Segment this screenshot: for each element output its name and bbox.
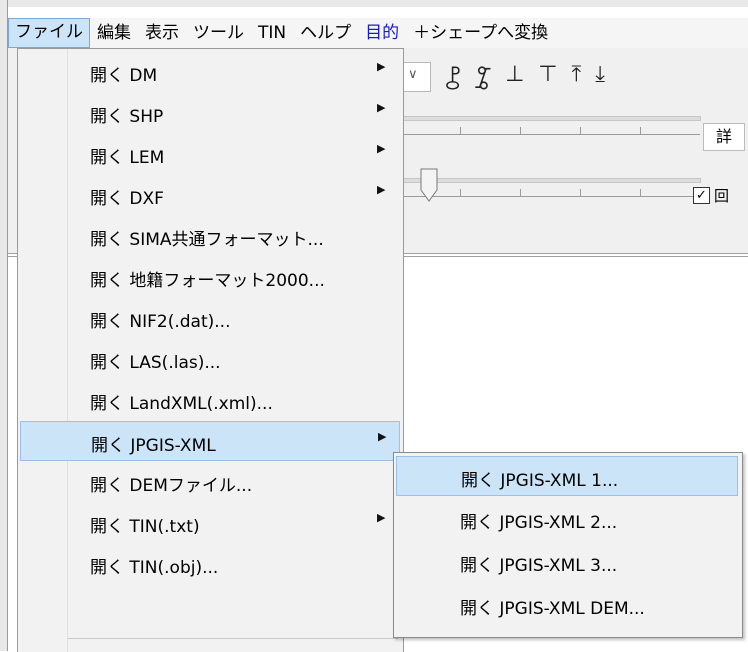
detail-button[interactable]: 詳 [703, 123, 745, 151]
menu-item-label: 開く JPGIS-XML 3... [460, 556, 618, 576]
menu-item-open-tin-txt[interactable]: 開く TIN(.txt) ▶ [20, 503, 400, 543]
tick [460, 127, 461, 134]
menu-item-label: 開く DM [90, 66, 158, 86]
slider-track-2[interactable] [400, 172, 701, 197]
menu-item-label: 開く DEMファイル... [90, 476, 253, 496]
submenu-arrow-icon: ▶ [377, 60, 386, 73]
menu-item-open-lem[interactable]: 開く LEM ▶ [20, 134, 400, 174]
slider-rail [400, 178, 701, 183]
jpgis-submenu: 開く JPGIS-XML 1... 開く JPGIS-XML 2... 開く J… [393, 452, 743, 638]
submenu-item-jpgis-xml-3[interactable]: 開く JPGIS-XML 3... [396, 542, 738, 582]
menu-item-open-dem-file[interactable]: 開く DEMファイル... [20, 462, 400, 502]
submenu-item-jpgis-xml-2[interactable]: 開く JPGIS-XML 2... [396, 499, 738, 539]
tick [520, 127, 521, 134]
raise-icon[interactable]: ⊥ [505, 62, 524, 100]
menu-file[interactable]: ファイル [8, 18, 90, 48]
menu-help[interactable]: ヘルプ [293, 19, 358, 47]
move-down-icon[interactable]: ⯛ [445, 62, 461, 100]
submenu-item-jpgis-xml-dem[interactable]: 開く JPGIS-XML DEM... [396, 585, 738, 625]
tick [580, 127, 581, 134]
tick [520, 189, 521, 196]
window-frame-left [0, 0, 8, 651]
menu-item-label: 開く TIN(.obj)... [90, 558, 219, 578]
menu-item-open-landxml[interactable]: 開く LandXML(.xml)... [20, 380, 400, 420]
submenu-arrow-icon: ▶ [377, 101, 386, 114]
menu-item-label: 開く SIMA共通フォーマット... [90, 230, 324, 250]
tick [460, 189, 461, 196]
menu-edit[interactable]: 編集 [90, 19, 138, 47]
menu-item-open-sima[interactable]: 開く SIMA共通フォーマット... [20, 216, 400, 256]
menu-purpose[interactable]: 目的 [358, 19, 406, 47]
tick [640, 127, 641, 134]
window-frame-top [0, 0, 748, 7]
menu-item-open-cadastral-2000[interactable]: 開く 地籍フォーマット2000... [20, 257, 400, 297]
submenu-arrow-icon: ▶ [377, 142, 386, 155]
menu-item-label: 開く JPGIS-XML [91, 436, 216, 456]
menu-item-open-las[interactable]: 開く LAS(.las)... [20, 339, 400, 379]
menu-separator [68, 638, 398, 639]
menu-item-label: 開く TIN(.txt) [90, 517, 200, 537]
chevron-down-icon: ∨ [408, 67, 418, 82]
menu-item-label: 開く 地籍フォーマット2000... [90, 271, 325, 291]
menu-convert-to-shape[interactable]: ＋シェープへ変換 [406, 19, 555, 47]
menu-item-open-tin-obj[interactable]: 開く TIN(.obj)... [20, 544, 400, 584]
layer-combo-dropdown[interactable]: ∨ [400, 62, 431, 92]
menu-item-label: 開く JPGIS-XML 2... [460, 513, 618, 533]
lower-bottom-icon[interactable]: ⤓ [595, 62, 605, 100]
slider-rail [400, 116, 701, 121]
menu-item-label: 開く JPGIS-XML 1... [461, 471, 619, 491]
lower-icon[interactable]: ⊤ [538, 62, 557, 100]
menu-view[interactable]: 表示 [138, 19, 186, 47]
menu-item-open-nif2[interactable]: 開く NIF2(.dat)... [20, 298, 400, 338]
tick [640, 189, 641, 196]
menu-item-label: 開く SHP [90, 107, 164, 127]
menubar: ファイル 編集 表示 ツール TIN ヘルプ 目的 ＋シェープへ変換 [8, 18, 748, 48]
menu-item-label: 開く NIF2(.dat)... [90, 312, 231, 332]
slider-thumb[interactable] [420, 168, 438, 202]
toolbar-buttons: ⯛ ⯙ ⊥ ⊤ ⤒ ⤓ [445, 62, 605, 100]
menu-item-open-shp[interactable]: 開く SHP ▶ [20, 93, 400, 133]
menu-item-label: 開く JPGIS-XML DEM... [460, 599, 645, 619]
menu-item-label: 開く LEM [90, 148, 165, 168]
menu-item-open-jpgis-xml[interactable]: 開く JPGIS-XML ▶ [20, 421, 400, 461]
menu-item-label: 開く LandXML(.xml)... [90, 394, 273, 414]
move-up-icon[interactable]: ⯙ [475, 62, 492, 100]
submenu-item-jpgis-xml-1[interactable]: 開く JPGIS-XML 1... [396, 456, 738, 496]
submenu-arrow-icon: ▶ [377, 511, 386, 524]
submenu-arrow-icon: ▶ [378, 430, 387, 443]
menu-item-label: 開く LAS(.las)... [90, 353, 221, 373]
raise-top-icon[interactable]: ⤒ [571, 62, 581, 100]
menu-item-open-dxf[interactable]: 開く DXF ▶ [20, 175, 400, 215]
menu-tools[interactable]: ツール [186, 19, 251, 47]
tick [580, 189, 581, 196]
menu-item-open-dm[interactable]: 開く DM ▶ [20, 52, 400, 92]
option-checkbox[interactable]: ✓ 回 [693, 182, 748, 208]
checkbox-checked-icon[interactable]: ✓ [693, 186, 710, 204]
file-menu-dropdown: 開く DM ▶ 開く SHP ▶ 開く LEM ▶ 開く DXF ▶ 開く SI… [17, 48, 404, 652]
menu-tin[interactable]: TIN [251, 19, 293, 47]
menu-item-label: 開く DXF [90, 189, 164, 209]
checkbox-label: 回 [714, 186, 730, 205]
submenu-arrow-icon: ▶ [377, 183, 386, 196]
slider-track-1[interactable] [400, 110, 701, 135]
